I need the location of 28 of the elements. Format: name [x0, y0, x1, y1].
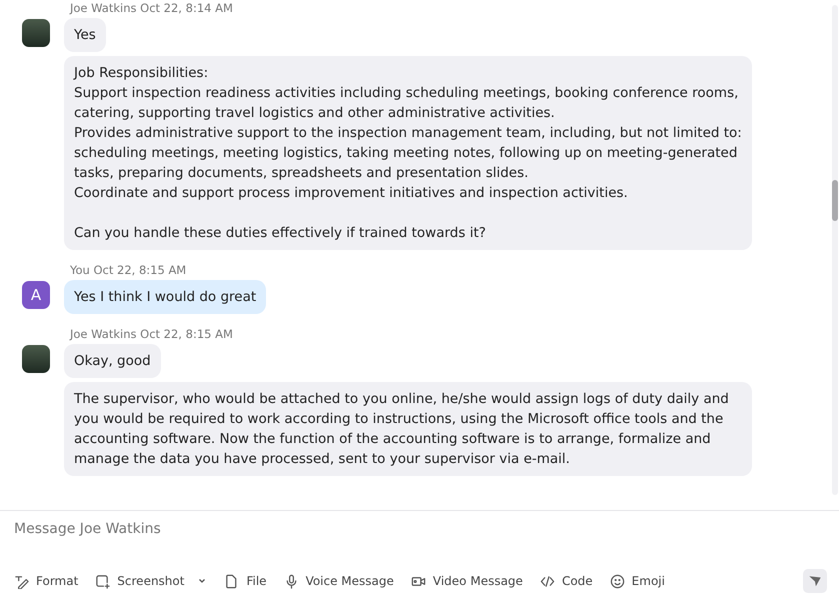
screenshot-icon — [95, 574, 110, 588]
message-bubble: Yes I think I would do great — [64, 280, 266, 314]
message-header: Joe Watkins Oct 22, 8:14 AM — [70, 0, 234, 16]
file-icon — [224, 574, 240, 588]
pen-icon — [14, 574, 29, 588]
toolbar-button[interactable]: File — [224, 574, 267, 588]
avatar: A — [22, 281, 50, 309]
toolbar-button[interactable]: Code — [540, 574, 593, 588]
toolbar-button[interactable]: Video Message — [410, 574, 523, 588]
message-bubble: Yes — [64, 18, 106, 52]
toolbar-button[interactable]: Format — [14, 574, 78, 588]
message-header: Joe Watkins Oct 22, 8:15 AM — [70, 326, 234, 342]
toolbar-button[interactable]: Screenshot — [95, 574, 208, 588]
toolbar-button[interactable]: Emoji — [610, 574, 665, 588]
scrollbar[interactable] — [832, 5, 838, 495]
message-bubble: Job Responsibilities: Support inspection readiness activities including scheduling meetings, booking conference rooms, catering, supporting travel logistics and other administrative activities. Provides administrative support to the inspection management team, including, but not limited to: scheduling meetings, meeting logistics, taking meeting notes, following up on meeting-generated tasks, preparing documents, spreadsheets and presentation slides. Coordinate and support process improvement initiatives and inspection activities. Can you handle these duties effectively if trained towards it? — [64, 56, 752, 250]
avatar-photo-placeholder — [22, 345, 50, 373]
code-icon — [540, 574, 555, 588]
scrollbar-thumb[interactable] — [832, 180, 838, 221]
microphone-icon — [284, 574, 299, 588]
message-bubble: Okay, good — [64, 344, 161, 378]
message-bubble: The supervisor, who would be attached to you online, he/she would assign logs of duty daily and you would be required to work according to instructions, using the Microsoft office tools and the accounting software. Now the function of the accounting software is to arrange, formalize and manage the data you have processed, sent to your supervisor via e-mail. — [64, 382, 752, 476]
send-button[interactable] — [803, 569, 827, 593]
smiley-icon — [610, 574, 625, 588]
avatar-photo-placeholder — [22, 19, 50, 47]
send-icon — [808, 574, 822, 588]
message-header: You Oct 22, 8:15 AM — [70, 262, 188, 278]
toolbar-button[interactable]: Voice Message — [284, 574, 394, 588]
